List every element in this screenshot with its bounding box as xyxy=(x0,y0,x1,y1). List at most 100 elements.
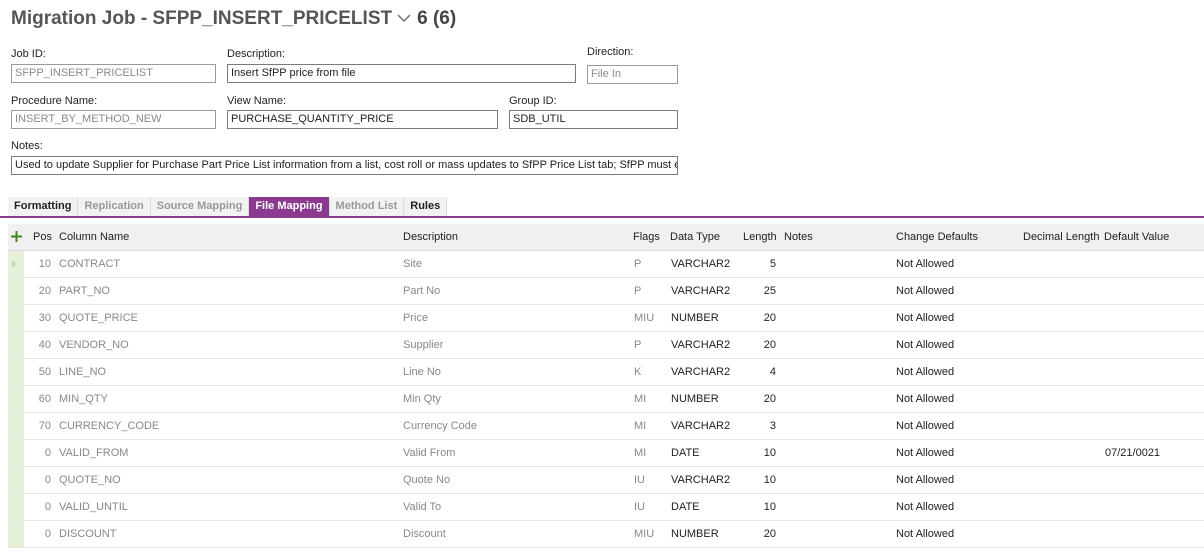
table-row[interactable]: 0 QUOTE_NO Quote No IU VARCHAR2 10 Not Allowed xyxy=(8,467,1204,494)
table-row[interactable]: 0 VALID_FROM Valid From MI DATE 10 Not Allowed… xyxy=(8,440,1204,467)
cell-column-name: CURRENCY_CODE xyxy=(59,420,160,432)
cell-description: Site xyxy=(403,258,422,270)
tab-formatting[interactable]: Formatting xyxy=(8,197,79,216)
table-row[interactable]: 60 MIN_QTY Min Qty MI NUMBER 20 Not Allowed xyxy=(8,386,1204,413)
row-selector[interactable] xyxy=(8,386,24,412)
plus-icon[interactable] xyxy=(10,230,23,243)
row-selector[interactable] xyxy=(8,305,24,331)
col-change-defaults[interactable]: Change Defaults xyxy=(896,224,978,250)
cell-data-type: VARCHAR2 xyxy=(671,258,731,270)
description-field[interactable]: Insert SfPP price from file xyxy=(227,64,576,83)
cell-flags: IU xyxy=(634,501,645,513)
cell-length: 10 xyxy=(763,474,776,486)
tab-replication[interactable]: Replication xyxy=(78,197,151,216)
cell-data-type: VARCHAR2 xyxy=(671,474,731,486)
table-row[interactable]: 0 VALID_UNTIL Valid To IU DATE 10 Not Allowed xyxy=(8,494,1204,521)
tab-bar: Formatting Replication Source Mapping Fi… xyxy=(8,197,448,216)
row-selector[interactable] xyxy=(8,467,24,493)
notes-label: Notes: xyxy=(11,140,43,152)
notes-field[interactable]: Used to update Supplier for Purchase Par… xyxy=(11,156,678,175)
cell-column-name: VENDOR_NO xyxy=(59,339,129,351)
cell-pos: 60 xyxy=(38,393,51,405)
cell-change-defaults: Not Allowed xyxy=(896,258,955,270)
cell-length: 10 xyxy=(763,501,776,513)
row-selector[interactable] xyxy=(8,278,24,304)
cell-length: 25 xyxy=(763,285,776,297)
cell-length: 10 xyxy=(763,447,776,459)
cell-pos: 0 xyxy=(44,501,51,513)
col-pos[interactable]: Pos xyxy=(33,224,52,250)
cell-description: Price xyxy=(403,312,429,324)
cell-change-defaults: Not Allowed xyxy=(896,474,955,486)
cell-column-name: QUOTE_NO xyxy=(59,474,121,486)
tab-file-mapping[interactable]: File Mapping xyxy=(249,197,330,216)
cell-column-name: CONTRACT xyxy=(59,258,121,270)
job-id-label: Job ID: xyxy=(11,48,46,60)
cell-pos: 40 xyxy=(38,339,51,351)
cell-column-name: LINE_NO xyxy=(59,366,107,378)
group-id-label: Group ID: xyxy=(509,95,557,107)
table-row[interactable]: 70 CURRENCY_CODE Currency Code MI VARCHAR2 3 N… xyxy=(8,413,1204,440)
page-title: Migration Job - SFPP_INSERT_PRICELIST 6 … xyxy=(11,6,456,32)
cell-column-name: MIN_QTY xyxy=(59,393,108,405)
cell-flags: IU xyxy=(634,474,645,486)
cell-description: Discount xyxy=(403,528,446,540)
cell-flags: P xyxy=(634,258,642,270)
table-row[interactable]: 40 VENDOR_NO Supplier P VARCHAR2 20 Not Allowe… xyxy=(8,332,1204,359)
group-id-field[interactable]: SDB_UTIL xyxy=(509,110,678,129)
col-decimal-length[interactable]: Decimal Length xyxy=(1023,224,1099,250)
cell-description: Line No xyxy=(403,366,441,378)
cell-flags: MI xyxy=(634,420,647,432)
direction-field[interactable]: File In xyxy=(587,65,678,84)
chevron-down-icon[interactable] xyxy=(396,10,412,26)
cell-flags: MI xyxy=(634,447,647,459)
view-name-field[interactable]: PURCHASE_QUANTITY_PRICE xyxy=(227,110,498,129)
table-row[interactable]: 10 CONTRACT Site P VARCHAR2 5 Not Allowed xyxy=(8,251,1204,278)
cell-pos: 20 xyxy=(38,285,51,297)
col-default-value[interactable]: Default Value xyxy=(1104,224,1169,250)
cell-pos: 70 xyxy=(38,420,51,432)
cell-description: Supplier xyxy=(403,339,444,351)
cell-change-defaults: Not Allowed xyxy=(896,312,955,324)
tab-rules[interactable]: Rules xyxy=(404,197,448,216)
description-label: Description: xyxy=(227,48,286,60)
cell-column-name: QUOTE_PRICE xyxy=(59,312,138,324)
table-row[interactable]: 0 DISCOUNT Discount MIU NUMBER 20 Not Allowed xyxy=(8,521,1204,548)
tab-source-mapping[interactable]: Source Mapping xyxy=(150,197,250,216)
cell-flags: P xyxy=(634,285,642,297)
table-header: Pos Column Name Description Flags Data T… xyxy=(8,224,1204,251)
col-flags[interactable]: Flags xyxy=(633,224,660,250)
row-selector[interactable] xyxy=(8,494,24,520)
cell-change-defaults: Not Allowed xyxy=(896,528,955,540)
cell-data-type: NUMBER xyxy=(671,528,719,540)
table-row[interactable]: 50 LINE_NO Line No K VARCHAR2 4 Not Allowed xyxy=(8,359,1204,386)
table-row[interactable]: 30 QUOTE_PRICE Price MIU NUMBER 20 Not Allowed xyxy=(8,305,1204,332)
col-column-name[interactable]: Column Name xyxy=(59,224,129,250)
col-length[interactable]: Length xyxy=(743,224,777,250)
cell-description: Part No xyxy=(403,285,441,297)
cell-flags: MIU xyxy=(634,528,655,540)
row-selector[interactable] xyxy=(8,359,24,385)
row-selector[interactable] xyxy=(8,251,24,277)
col-description[interactable]: Description xyxy=(403,224,458,250)
col-data-type[interactable]: Data Type xyxy=(670,224,720,250)
cell-description: Min Qty xyxy=(403,393,441,405)
file-mapping-table: Pos Column Name Description Flags Data T… xyxy=(8,224,1204,548)
row-selector[interactable] xyxy=(8,440,24,466)
tab-method-list[interactable]: Method List xyxy=(329,197,405,216)
tab-underline xyxy=(0,216,1204,218)
job-id-field[interactable]: SFPP_INSERT_PRICELIST xyxy=(11,64,216,83)
cell-change-defaults: Not Allowed xyxy=(896,393,955,405)
row-selector[interactable] xyxy=(8,413,24,439)
row-selector[interactable] xyxy=(8,332,24,358)
cell-change-defaults: Not Allowed xyxy=(896,339,955,351)
col-notes[interactable]: Notes xyxy=(784,224,813,250)
cell-data-type: VARCHAR2 xyxy=(671,285,731,297)
table-row[interactable]: 20 PART_NO Part No P VARCHAR2 25 Not Allowed xyxy=(8,278,1204,305)
cell-description: Currency Code xyxy=(403,420,477,432)
row-selector[interactable] xyxy=(8,521,24,547)
procedure-name-field[interactable]: INSERT_BY_METHOD_NEW xyxy=(11,110,216,129)
cell-column-name: VALID_FROM xyxy=(59,447,129,459)
cell-length: 4 xyxy=(769,366,776,378)
cell-change-defaults: Not Allowed xyxy=(896,501,955,513)
